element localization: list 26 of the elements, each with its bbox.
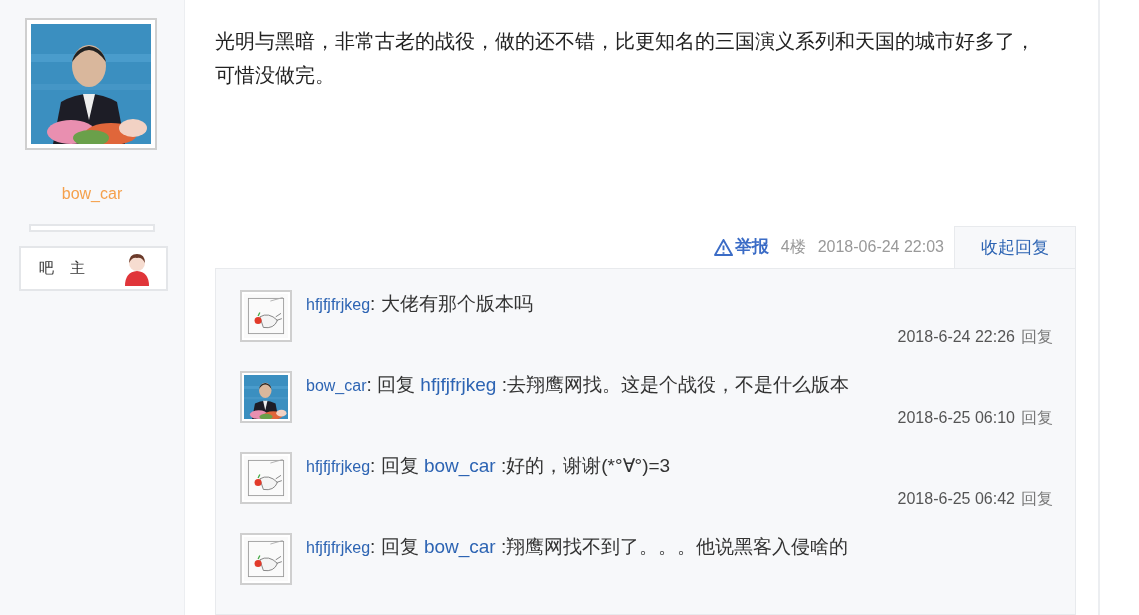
reply-text: hfjfjfrjkeg: 回复 bow_car :翔鹰网找不到了。。。他说黑客入侵啥的 bbox=[306, 535, 850, 560]
user-link[interactable]: hfjfjfrjkeg bbox=[306, 539, 371, 556]
user-link[interactable]: hfjfjfrjkeg bbox=[306, 296, 371, 313]
post-time: 2018-06-24 22:03 bbox=[817, 237, 944, 257]
user-link[interactable]: bow_car bbox=[306, 377, 367, 394]
user-link[interactable]: bow_car bbox=[423, 536, 496, 557]
role-label: 吧 主 bbox=[38, 258, 92, 280]
reply-link[interactable]: 回复 bbox=[1021, 487, 1053, 511]
reply-time: 2018-6-24 22:26 bbox=[897, 327, 1015, 347]
reply-text: hfjfjfrjkeg: 大佬有那个版本吗 bbox=[306, 292, 534, 316]
reply-text: hfjfjfrjkeg: 回复 bow_car :好的，谢谢(*°∀°)=3 bbox=[306, 454, 672, 479]
user-link[interactable]: hfjfjfrjkeg bbox=[420, 374, 497, 395]
warning-icon bbox=[713, 238, 733, 256]
user-avatar[interactable] bbox=[240, 371, 292, 423]
reply-time: 2018-6-25 06:42 bbox=[897, 489, 1015, 509]
reply-link[interactable]: 回复 bbox=[1021, 325, 1053, 349]
floor-number: 4楼 bbox=[780, 237, 806, 257]
reply-text: bow_car: 回复 hfjfjfrjkeg :去翔鹰网找。这是个战役，不是什么版本 bbox=[306, 373, 850, 397]
report-link[interactable]: 举报 bbox=[734, 234, 769, 260]
reply-time: 2018-6-25 06:10 bbox=[897, 408, 1015, 428]
reply-link[interactable]: 回复 bbox=[1021, 406, 1053, 430]
user-link[interactable]: hfjfjfrjkeg bbox=[306, 458, 371, 475]
collapse-replies-tab[interactable]: 收起回复 bbox=[954, 226, 1076, 268]
author-avatar[interactable] bbox=[25, 18, 157, 150]
user-link[interactable]: bow_car bbox=[423, 455, 496, 476]
post-text: 光明与黑暗，非常古老的战役，做的还不错，比更知名的三国演义系列和天国的城市好多了，可惜没做完。 bbox=[215, 29, 1036, 88]
